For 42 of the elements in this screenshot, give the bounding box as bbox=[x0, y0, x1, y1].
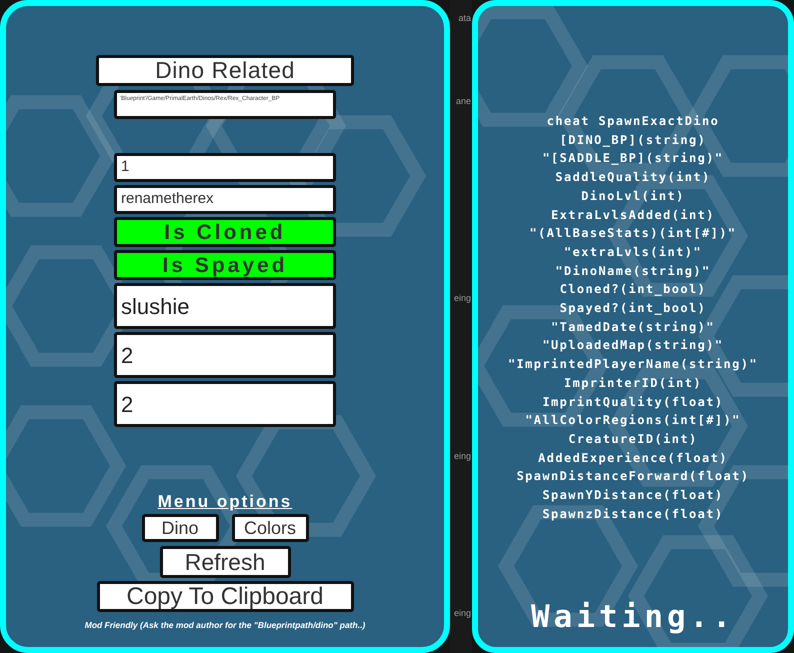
status-text: Waiting.. bbox=[531, 602, 735, 633]
menu-button[interactable]: Dino bbox=[142, 514, 218, 542]
command-line: cheat SpawnExactDino bbox=[546, 113, 720, 130]
command-line: "DinoName(string)" bbox=[555, 262, 711, 280]
background-text: ane bbox=[456, 95, 471, 108]
command-line: SaddleQuality(int) bbox=[555, 169, 711, 186]
title-button[interactable]: Dino Related bbox=[96, 55, 354, 86]
background-text: eing bbox=[454, 450, 471, 463]
input-field[interactable]: 2 bbox=[114, 381, 336, 427]
refresh-button[interactable]: Refresh bbox=[160, 546, 290, 578]
background-text: eing bbox=[454, 607, 471, 620]
command-line: [DINO_BP](string) bbox=[560, 132, 706, 149]
menu-heading: Menu options bbox=[158, 493, 292, 510]
command-line: SpawnYDistance(float) bbox=[542, 487, 724, 504]
command-line: Spayed?(int_bool) bbox=[560, 300, 706, 318]
command-line: "extraLvls(int)" bbox=[564, 244, 702, 261]
copy-button[interactable]: Copy To Clipboard bbox=[96, 581, 354, 612]
input-field[interactable]: renametherex bbox=[114, 185, 336, 214]
command-line: SpawnzDistance(float) bbox=[542, 506, 724, 523]
command-line: "(AllBaseStats)(int[#])" bbox=[530, 225, 736, 242]
toggle-button[interactable]: Is Cloned bbox=[114, 217, 336, 247]
toggle-button[interactable]: Is Spayed bbox=[114, 250, 336, 280]
command-line: CreatureID(int) bbox=[568, 430, 698, 448]
command-line: "TamedDate(string)" bbox=[551, 318, 715, 336]
menu-button[interactable]: Colors bbox=[232, 514, 308, 542]
input-field[interactable]: slushie bbox=[114, 283, 336, 329]
command-line: DinoLvl(int) bbox=[581, 188, 685, 205]
command-line: SpawnDistanceForward(float) bbox=[516, 468, 750, 486]
input-field[interactable]: 1 bbox=[114, 153, 336, 182]
command-line: AddedExperience(float) bbox=[538, 450, 728, 467]
command-line: ImprinterID(int) bbox=[564, 374, 702, 392]
command-line: "[SADDLE_BP](string)" bbox=[542, 150, 724, 168]
background-text: ata bbox=[458, 12, 471, 25]
background-text: eing bbox=[454, 292, 471, 305]
command-line: "AllColorRegions(int[#])" bbox=[525, 412, 741, 430]
note-text: Mod Friendly (Ask the mod author for the "Blueprintpath/dino" path..) bbox=[84, 619, 366, 631]
command-line: "ImprintedPlayerName(string)" bbox=[508, 356, 758, 374]
command-line: ExtraLvlsAdded(int) bbox=[551, 206, 715, 224]
command-line: ImprintQuality(float) bbox=[542, 394, 724, 411]
command-line: Cloned?(int_bool) bbox=[560, 281, 706, 298]
command-line: "UploadedMap(string)" bbox=[542, 337, 724, 354]
input-field[interactable]: 2 bbox=[114, 332, 336, 378]
